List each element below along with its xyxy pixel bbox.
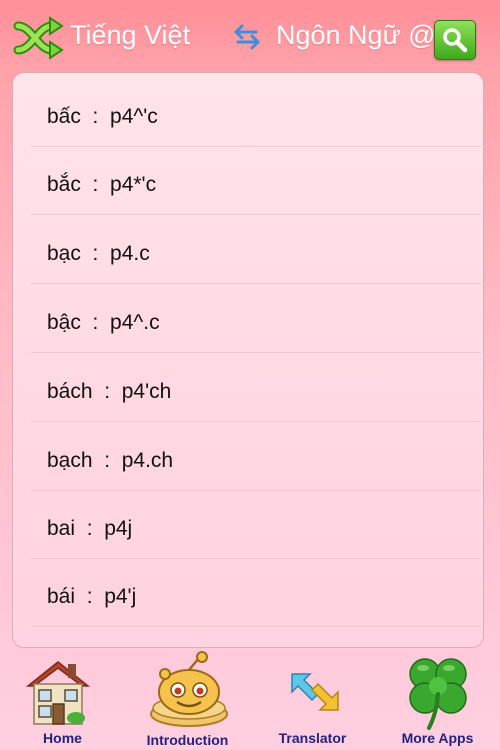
translate-arrows-icon: [291, 673, 339, 711]
list-item-label: bai : p4j: [47, 517, 133, 540]
tab-introduction-label: Introduction: [146, 732, 229, 748]
list-item-label: bạc : p4.c: [47, 242, 150, 265]
header-bar: Tiếng Việt Ngôn Ngữ @: [0, 0, 500, 72]
list-item-label: bạch : p4.ch: [47, 449, 174, 472]
tab-introduction[interactable]: Introduction: [125, 648, 250, 750]
shuffle-button[interactable]: [12, 16, 64, 60]
list-item-label: bấc : p4^'c: [47, 105, 158, 128]
search-icon: [443, 28, 468, 53]
list-item-label: bách : p4'ch: [47, 380, 172, 403]
target-language-label[interactable]: Ngôn Ngữ @: [276, 20, 436, 51]
clover-icon: [409, 658, 467, 730]
tab-more-apps-label: More Apps: [401, 730, 474, 746]
list-item-label: bái : p4'j: [47, 585, 137, 608]
list-item[interactable]: bắc : p4*'c: [31, 147, 481, 215]
tab-bar: Home Introduction Translator More Apps: [0, 648, 500, 750]
tab-translator-label: Translator: [278, 730, 347, 746]
swap-languages-button[interactable]: [232, 22, 262, 52]
shuffle-icon: [13, 16, 64, 60]
mascot-icon: [150, 651, 228, 727]
search-button[interactable]: [434, 20, 476, 60]
list-item-label: bậc : p4^.c: [47, 311, 160, 334]
list-item[interactable]: bạc : p4.c: [31, 216, 481, 284]
dictionary-list[interactable]: bấc : p4^'c bắc : p4*'c bạc : p4.c bậc :…: [12, 72, 484, 648]
tab-more-apps[interactable]: More Apps: [375, 648, 500, 750]
tab-translator[interactable]: Translator: [250, 648, 375, 750]
list-item[interactable]: bái : p4'j: [31, 559, 481, 627]
swap-arrows-icon: [234, 24, 260, 50]
list-item[interactable]: bạch : p4.ch: [31, 423, 481, 491]
source-language-label[interactable]: Tiếng Việt: [70, 20, 190, 51]
list-item[interactable]: bách : p4'ch: [31, 354, 481, 422]
list-item[interactable]: bai : p4j: [31, 491, 481, 559]
tab-home[interactable]: Home: [0, 648, 125, 750]
tab-home-label: Home: [43, 730, 82, 746]
list-item-label: bắc : p4*'c: [47, 173, 157, 196]
list-item[interactable]: bậc : p4^.c: [31, 285, 481, 353]
house-icon: [25, 661, 91, 725]
list-item[interactable]: bấc : p4^'c: [31, 79, 481, 147]
